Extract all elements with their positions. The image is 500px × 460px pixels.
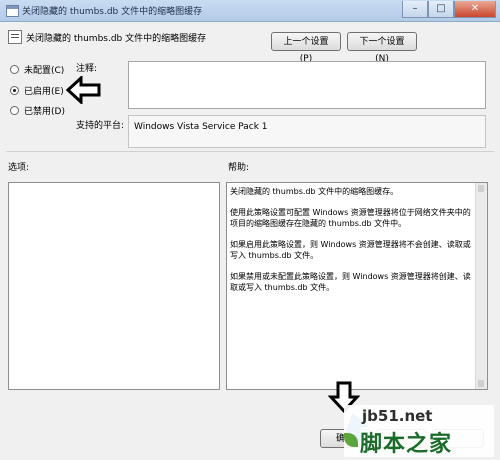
- help-paragraph: 如果启用此策略设置，则 Windows 资源管理器将不会创建、读取或写入 thu…: [230, 240, 471, 260]
- radio-not-configured-circle[interactable]: [10, 65, 19, 74]
- maximize-button[interactable]: □: [428, 1, 454, 18]
- radio-enabled-label: 已启用(E): [24, 87, 64, 97]
- window-controls: – □ ✕: [402, 1, 496, 18]
- options-label: 选项:: [8, 163, 30, 173]
- comment-label: 注释:: [76, 64, 98, 74]
- section-divider: [6, 151, 494, 152]
- help-scrollbar[interactable]: [475, 183, 487, 389]
- radio-disabled[interactable]: 已禁用(D): [10, 104, 65, 117]
- policy-setting-icon: [8, 30, 22, 44]
- watermark-leaf-icon: [344, 433, 358, 447]
- help-paragraph: 如果禁用或未配置此策略设置，则 Windows 资源管理器将创建、读取或写入 t…: [230, 272, 471, 292]
- radio-enabled[interactable]: 已启用(E): [10, 84, 64, 97]
- help-label: 帮助:: [228, 163, 250, 173]
- policy-name: 关闭隐藏的 thumbs.db 文件中的缩略图缓存: [26, 34, 207, 44]
- radio-disabled-label: 已禁用(D): [24, 107, 65, 117]
- window-icon: [6, 5, 19, 17]
- title-bar: 关闭隐藏的 thumbs.db 文件中的缩略图缓存 – □ ✕: [0, 0, 500, 22]
- comment-textarea[interactable]: [128, 61, 486, 109]
- radio-enabled-circle[interactable]: [10, 86, 19, 95]
- watermark-url: jb51.net: [362, 407, 433, 425]
- minimize-button[interactable]: –: [402, 1, 428, 18]
- help-paragraph: 使用此策略设置可配置 Windows 资源管理器将位于网络文件夹中的项目的缩略图…: [230, 208, 471, 228]
- platform-value: Windows Vista Service Pack 1: [128, 115, 486, 148]
- help-paragraph: 关闭隐藏的 thumbs.db 文件中的缩略图缓存。: [230, 187, 399, 196]
- previous-setting-button[interactable]: 上一个设置(P): [271, 32, 341, 64]
- radio-not-configured-label: 未配置(C): [24, 66, 65, 76]
- radio-disabled-circle[interactable]: [10, 106, 19, 115]
- arrow-left-annotation-icon: [66, 76, 101, 104]
- help-panel[interactable]: 关闭隐藏的 thumbs.db 文件中的缩略图缓存。 使用此策略设置可配置 Wi…: [226, 182, 488, 390]
- watermark: jb51.net 脚本之家: [344, 405, 494, 457]
- next-setting-button[interactable]: 下一个设置(N): [347, 32, 417, 64]
- close-button[interactable]: ✕: [454, 1, 496, 18]
- platform-label: 支持的平台:: [76, 121, 125, 131]
- watermark-name: 脚本之家: [360, 432, 453, 457]
- options-panel: [8, 182, 220, 390]
- window-title: 关闭隐藏的 thumbs.db 文件中的缩略图缓存: [22, 7, 203, 17]
- radio-not-configured[interactable]: 未配置(C): [10, 63, 64, 76]
